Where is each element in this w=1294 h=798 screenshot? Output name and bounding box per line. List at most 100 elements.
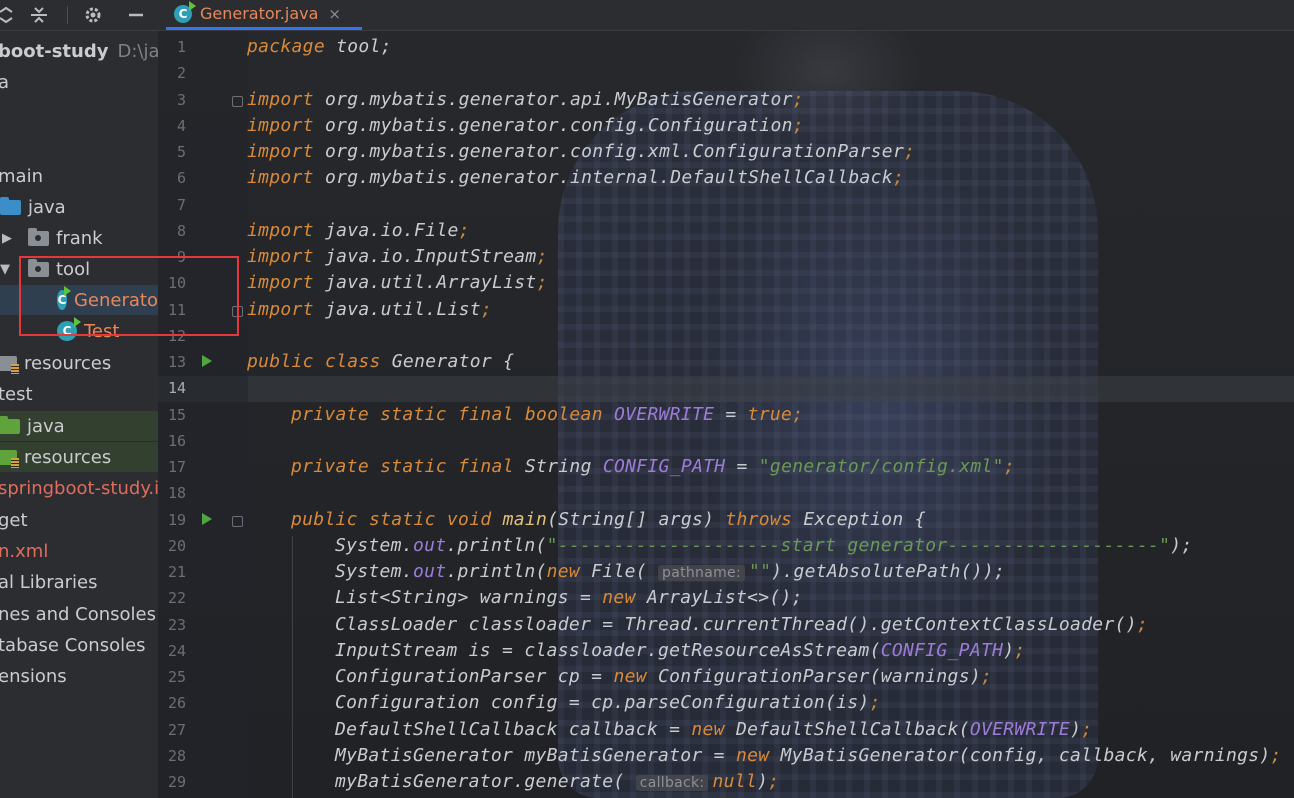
line-number: 29 — [167, 773, 186, 791]
parameter-hint: pathname: — [658, 565, 745, 581]
code-text: ConfigurationParser cp = — [335, 666, 614, 687]
line-number: 21 — [167, 563, 186, 581]
line-number: 22 — [167, 589, 186, 607]
expand-icon[interactable] — [27, 3, 51, 27]
keyword: import — [247, 89, 314, 110]
tree-item-java[interactable]: java — [0, 192, 158, 222]
tree-item-test-java[interactable]: java — [0, 411, 158, 441]
chevron-down-icon[interactable]: ▼ — [0, 262, 14, 277]
chevron-right-icon[interactable]: ▶ — [2, 231, 16, 246]
tree-item-external-libraries[interactable]: al Libraries — [0, 567, 158, 597]
code-line-4: import org.mybatis.generator.config.Conf… — [247, 115, 804, 136]
caret-line — [158, 376, 1294, 402]
keyword: private static final boolean — [291, 404, 603, 425]
parameter-hint: callback: — [635, 775, 709, 791]
tree-item-frank[interactable]: ▶ frank — [0, 223, 158, 253]
line-number: 1 — [176, 38, 186, 56]
fold-icon[interactable] — [232, 96, 243, 107]
code-text: org.mybatis.generator.internal.DefaultSh… — [313, 167, 893, 188]
code-line-20: System.out.println("--------------------… — [335, 535, 1193, 556]
code-text: java.io.File — [313, 220, 459, 241]
field-name: OVERWRITE — [613, 404, 715, 425]
code-line-10: import java.util.ArrayList; — [247, 272, 548, 293]
code-text: File( — [580, 561, 647, 582]
semicolon: ; — [792, 404, 804, 425]
tree-item-extensions[interactable]: ensions — [0, 661, 158, 691]
code-line-28: MyBatisGenerator myBatisGenerator = new … — [335, 745, 1282, 766]
keyword: import — [247, 299, 314, 320]
keyword: new — [613, 666, 647, 687]
fold-icon[interactable] — [232, 516, 243, 527]
field-name: OVERWRITE — [969, 719, 1071, 740]
keyword: true — [747, 404, 793, 425]
line-number: 15 — [167, 406, 186, 424]
line-number: 2 — [176, 64, 186, 82]
code-line-15: private static final boolean OVERWRITE =… — [291, 404, 803, 425]
editor-tab-bar: C Generator.java × — [158, 0, 1294, 31]
semicolon: ; — [768, 771, 780, 792]
code-text: ClassLoader classloader = Thread.current… — [335, 614, 1137, 635]
tree-item-test-resources[interactable]: resources — [0, 442, 158, 472]
code-text: System. — [335, 561, 413, 582]
run-class-icon[interactable] — [202, 355, 212, 367]
tree-item-label: boot-study — [0, 40, 109, 62]
code-line-5: import org.mybatis.generator.config.xml.… — [247, 141, 915, 162]
toolbar-divider — [67, 6, 68, 24]
source-folder-icon — [0, 196, 21, 215]
line-number: 20 — [167, 537, 186, 555]
code-text: Generator { — [380, 351, 515, 372]
semicolon: ; — [1136, 614, 1148, 635]
keyword: import — [247, 220, 314, 241]
keyword: import — [247, 167, 314, 188]
code-editor[interactable]: 1 2 3 4 5 6 7 8 9 10 11 12 13 14 15 16 1… — [158, 31, 1294, 798]
tree-item-label: ensions — [0, 665, 67, 687]
tree-item-label: tabase Consoles — [0, 634, 146, 656]
collapse-icon[interactable] — [0, 3, 18, 27]
code-text: String — [513, 456, 603, 477]
code-line-22: List<String> warnings = new ArrayList<>(… — [335, 587, 803, 608]
tree-item-database-consoles[interactable]: tabase Consoles — [0, 630, 158, 660]
keyword: new — [691, 719, 725, 740]
tab-generator-java[interactable]: C Generator.java × — [166, 0, 362, 30]
semicolon: ; — [480, 299, 493, 320]
code-line-21: System.out.println(new File( pathname: ""… — [335, 561, 1005, 582]
line-number: 17 — [167, 458, 186, 476]
semicolon: ; — [792, 89, 804, 110]
line-number: 5 — [176, 143, 186, 161]
tree-item-label: springboot-study.i — [0, 477, 158, 499]
code-text: DefaultShellCallback callback = — [335, 719, 692, 740]
line-number: 4 — [176, 117, 186, 135]
indent-guide — [292, 536, 293, 798]
semicolon: ; — [458, 220, 470, 241]
tree-item-pom[interactable]: n.xml — [0, 536, 158, 566]
tree-item-main[interactable]: main — [0, 161, 158, 191]
code-line-24: InputStream is = classloader.getResource… — [335, 640, 1026, 661]
code-text: DefaultShellCallback( — [724, 719, 970, 740]
code-text: java.util.List — [313, 299, 481, 320]
gear-icon[interactable] — [81, 3, 105, 27]
tree-item-target[interactable]: get — [0, 505, 158, 535]
package-folder-icon — [28, 227, 49, 246]
tree-item-project-root[interactable]: boot-study D:\java — [0, 36, 158, 66]
tree-item-scratches[interactable]: nes and Consoles — [0, 599, 158, 629]
run-main-icon[interactable] — [202, 513, 212, 525]
tree-item-resources[interactable]: resources — [0, 348, 158, 378]
close-icon[interactable]: × — [328, 5, 341, 23]
code-text: myBatisGenerator.generate( — [335, 771, 625, 792]
tree-item-idea[interactable]: a — [0, 67, 158, 97]
keyword: import — [247, 115, 314, 136]
code-line-1: package tool; — [247, 36, 392, 57]
code-text: ) — [1003, 640, 1015, 661]
code-text: = — [714, 404, 748, 425]
project-tree-panel: boot-study D:\java a main java ▶ frank ▼… — [0, 31, 158, 798]
line-number: 27 — [167, 721, 186, 739]
semicolon: ; — [869, 692, 881, 713]
code-text: tool; — [324, 36, 392, 57]
code-line-3: import org.mybatis.generator.api.MyBatis… — [247, 89, 804, 110]
line-number: 25 — [167, 668, 186, 686]
minimize-icon[interactable] — [124, 3, 148, 27]
tree-item-test[interactable]: test — [0, 379, 158, 409]
tree-item-label: n.xml — [0, 540, 49, 562]
tree-item-iml[interactable]: springboot-study.i — [0, 473, 158, 503]
code-text: ConfigurationParser(warnings) — [646, 666, 981, 687]
